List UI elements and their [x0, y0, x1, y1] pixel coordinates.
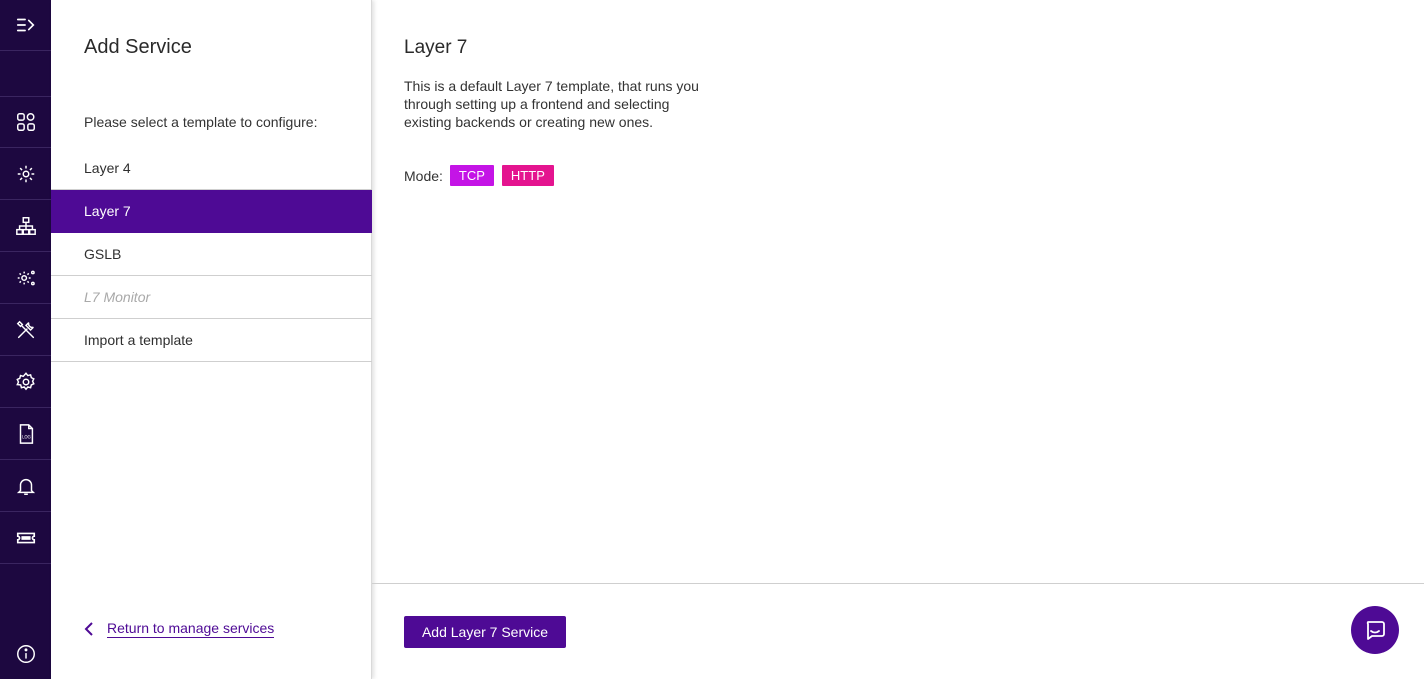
mode-row: Mode: TCP HTTP [404, 165, 562, 186]
left-nav-rail: LOG [0, 0, 51, 679]
panel-title: Add Service [84, 36, 192, 58]
license-ticket-icon[interactable] [0, 512, 51, 564]
add-service-button[interactable]: Add Layer 7 Service [404, 616, 566, 648]
template-list: Layer 4 Layer 7 GSLB L7 Monitor Import a… [51, 147, 372, 362]
svg-text:LOG: LOG [22, 434, 31, 439]
return-link[interactable]: Return to manage services [84, 620, 275, 638]
expand-menu-icon[interactable] [0, 0, 51, 51]
mode-badge-tcp: TCP [449, 165, 494, 186]
tools-icon[interactable] [0, 304, 51, 356]
detail-title: Layer 7 [404, 37, 468, 58]
services-gear-icon[interactable] [0, 148, 51, 200]
template-prompt: Please select a template to configure: [84, 114, 318, 130]
template-item-import[interactable]: Import a template [51, 319, 372, 362]
dashboard-icon[interactable] [0, 96, 51, 148]
info-icon[interactable] [0, 628, 51, 679]
template-detail: Layer 7 This is a default Layer 7 templa… [372, 0, 1424, 679]
network-icon[interactable] [0, 200, 51, 252]
detail-description: This is a default Layer 7 template, that… [404, 78, 699, 130]
chat-support-button[interactable] [1351, 606, 1399, 654]
settings-icon[interactable] [0, 356, 51, 408]
footer-divider [372, 583, 1424, 584]
log-file-icon[interactable]: LOG [0, 408, 51, 460]
mode-label: Mode: [404, 167, 443, 184]
chat-icon [1366, 621, 1385, 640]
mode-badge-http: HTTP [501, 165, 554, 186]
template-item-layer-7[interactable]: Layer 7 [51, 190, 372, 233]
notification-bell-icon[interactable] [0, 460, 51, 512]
template-panel: Add Service Please select a template to … [51, 0, 372, 679]
template-item-l7-monitor: L7 Monitor [51, 276, 372, 319]
advanced-settings-icon[interactable] [0, 252, 51, 304]
chevron-left-icon [84, 622, 93, 636]
return-link-text[interactable]: Return to manage services [107, 620, 275, 638]
template-item-gslb[interactable]: GSLB [51, 233, 372, 276]
template-item-layer-4[interactable]: Layer 4 [51, 147, 372, 190]
